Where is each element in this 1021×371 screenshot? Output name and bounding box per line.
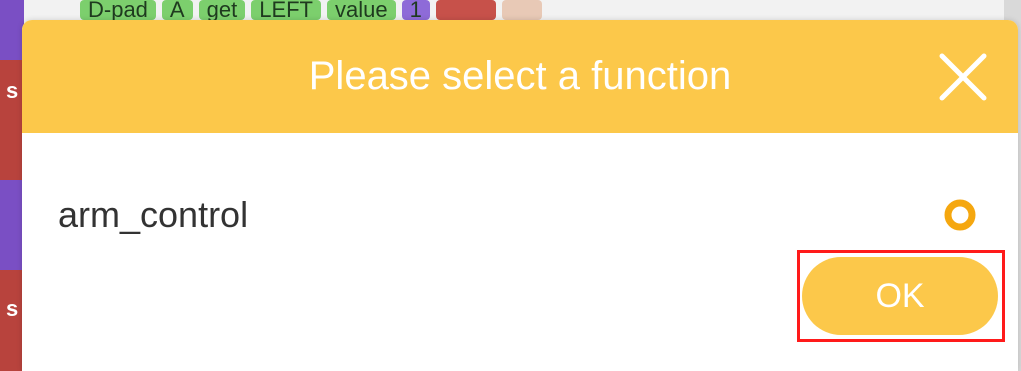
radio-button-selected[interactable] xyxy=(944,199,976,231)
close-icon xyxy=(939,53,987,101)
block-get[interactable]: get xyxy=(198,0,246,20)
dialog-title: Please select a function xyxy=(308,54,732,98)
left-block-purple-mid xyxy=(0,180,24,270)
ok-button[interactable]: OK xyxy=(802,257,998,335)
block-direction[interactable]: LEFT xyxy=(251,0,321,20)
left-block-red-top: s xyxy=(0,60,24,180)
block-value[interactable]: value xyxy=(327,0,396,20)
left-block-purple-top xyxy=(0,0,24,60)
block-tan[interactable] xyxy=(501,0,542,20)
function-option-row[interactable]: arm_control xyxy=(22,180,1018,250)
block-red[interactable] xyxy=(435,0,496,20)
background-block-row: D-pad A get LEFT value 1 xyxy=(80,0,542,20)
function-option-label: arm_control xyxy=(58,194,249,235)
block-number[interactable]: 1 xyxy=(401,0,430,20)
block-button-a[interactable]: A xyxy=(161,0,193,20)
left-block-letter: s xyxy=(6,78,19,103)
dialog-header: Please select a function xyxy=(22,20,1018,133)
block-dpad[interactable]: D-pad xyxy=(80,0,156,20)
left-block-red-bottom: s xyxy=(0,270,24,371)
select-function-dialog: Please select a function arm_control OK xyxy=(22,20,1018,371)
close-button[interactable] xyxy=(936,50,990,104)
radio-selected-icon xyxy=(944,199,976,231)
left-block-letter: s xyxy=(6,296,19,321)
